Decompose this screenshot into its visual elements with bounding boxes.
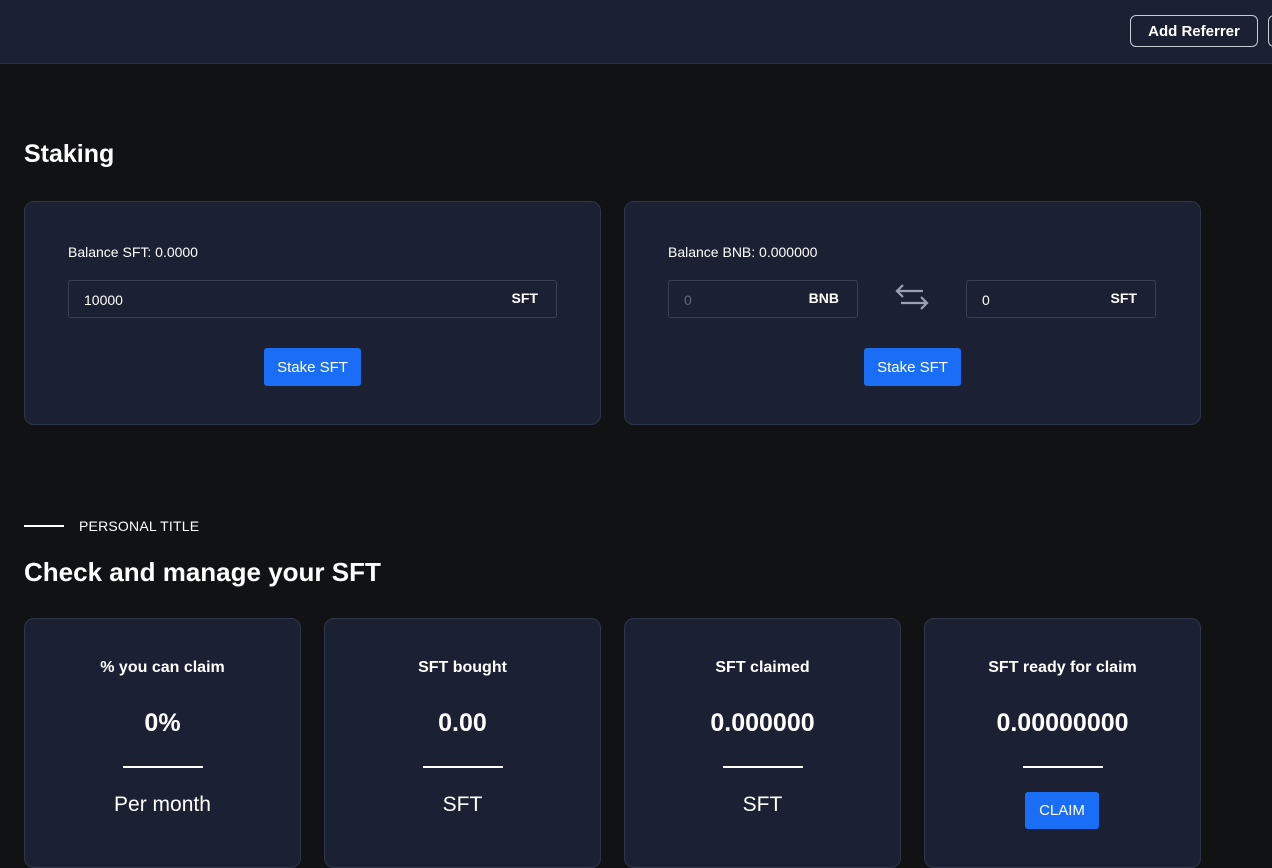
stake-sft-button[interactable]: Stake SFT (264, 348, 361, 386)
stat-divider (123, 766, 203, 768)
stat-card-ready-for-claim: SFT ready for claim 0.00000000 CLAIM (924, 618, 1201, 868)
bnb-amount-input[interactable]: 0 BNB (668, 280, 858, 318)
personal-eyebrow: PERSONAL TITLE (79, 518, 200, 534)
stat-card-sft-claimed: SFT claimed 0.000000 SFT (624, 618, 901, 868)
bnb-amount-placeholder: 0 (684, 292, 692, 308)
claim-button[interactable]: CLAIM (1025, 792, 1099, 829)
section-divider (24, 525, 64, 527)
bnb-balance: Balance BNB: 0.000000 (668, 244, 818, 260)
stat-card-claim-percent: % you can claim 0% Per month (24, 618, 301, 868)
stat-sub: SFT (442, 793, 483, 816)
stat-sub: SFT (742, 793, 783, 816)
stat-sub: Per month (114, 793, 211, 816)
stat-label: % you can claim (100, 659, 225, 676)
sft-amount-value: 10000 (84, 292, 123, 308)
sft-balance: Balance SFT: 0.0000 (68, 244, 198, 260)
stat-label: SFT claimed (715, 659, 810, 676)
stat-value: 0.00000000 (996, 709, 1129, 737)
sft-amount-input[interactable]: 10000 SFT (68, 280, 557, 318)
sft-receive-input[interactable]: 0 SFT (966, 280, 1156, 318)
stat-value: 0% (144, 709, 181, 737)
sft-receive-value: 0 (982, 292, 990, 308)
stat-value: 0.00 (438, 709, 487, 737)
stake-sft-card: Balance SFT: 0.0000 10000 SFT Stake SFT (24, 201, 601, 425)
staking-title: Staking (24, 140, 115, 168)
stat-divider (1023, 766, 1103, 768)
stat-divider (723, 766, 803, 768)
manage-title: Check and manage your SFT (24, 557, 381, 587)
sft-receive-unit: SFT (1110, 290, 1137, 306)
stat-divider (423, 766, 503, 768)
stat-card-sft-bought: SFT bought 0.00 SFT (324, 618, 601, 868)
top-navbar: Add Referrer (0, 0, 1272, 64)
stake-sft-bnb-button[interactable]: Stake SFT (864, 348, 961, 386)
stat-value: 0.000000 (710, 709, 815, 737)
header-secondary-button[interactable] (1268, 15, 1272, 47)
bnb-unit-label: BNB (808, 290, 839, 306)
add-referrer-button[interactable]: Add Referrer (1130, 15, 1258, 47)
stat-label: SFT bought (418, 659, 507, 676)
swap-arrows-icon[interactable] (893, 282, 931, 312)
stake-bnb-card: Balance BNB: 0.000000 0 BNB 0 SFT Stake … (624, 201, 1201, 425)
sft-unit-label: SFT (511, 290, 538, 306)
stat-label: SFT ready for claim (988, 659, 1137, 676)
